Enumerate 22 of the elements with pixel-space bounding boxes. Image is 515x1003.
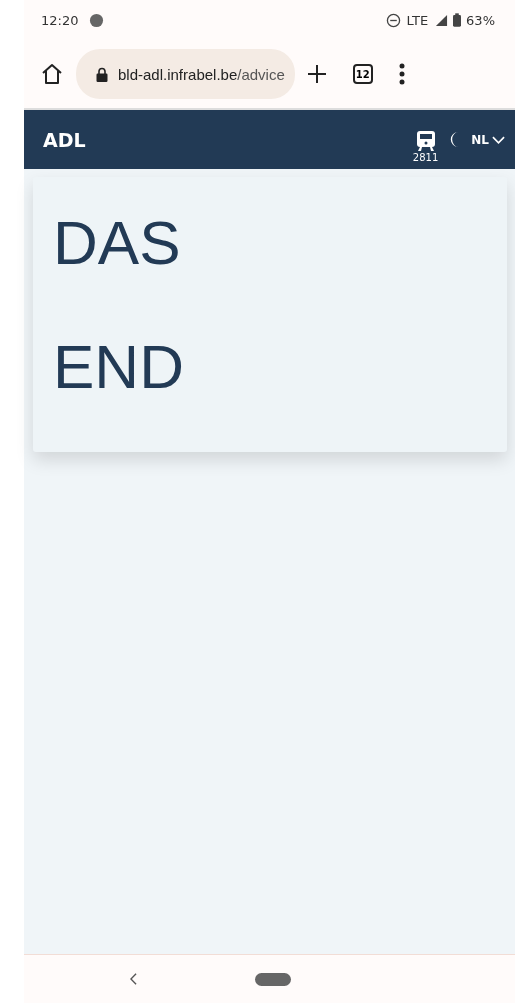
plus-icon[interactable] xyxy=(306,64,327,84)
advice-text: END xyxy=(53,331,185,403)
battery-percent: 63% xyxy=(466,12,495,28)
lock-icon xyxy=(96,66,108,82)
chevron-down-icon xyxy=(492,135,505,144)
network-label: LTE xyxy=(406,12,429,28)
url-text: bld-adl.infrabel.be/advice xyxy=(118,65,285,83)
address-bar[interactable]: bld-adl.infrabel.be/advice xyxy=(76,49,295,99)
more-icon[interactable] xyxy=(398,63,405,85)
status-time: 12:20 xyxy=(41,12,79,28)
home-icon[interactable] xyxy=(40,62,64,86)
back-icon[interactable] xyxy=(130,973,137,985)
train-number: 2811 xyxy=(412,152,439,163)
train-icon[interactable] xyxy=(415,130,436,152)
signal-icon xyxy=(435,13,449,27)
advice-text: DAS xyxy=(53,207,182,279)
app-title: ADL xyxy=(43,128,86,151)
language-dropdown[interactable]: NL xyxy=(471,132,505,147)
battery-icon xyxy=(453,13,462,27)
do-not-disturb-icon xyxy=(386,12,402,28)
tab-count-button[interactable]: 12 xyxy=(352,64,373,84)
home-gesture-bar[interactable] xyxy=(255,972,291,986)
